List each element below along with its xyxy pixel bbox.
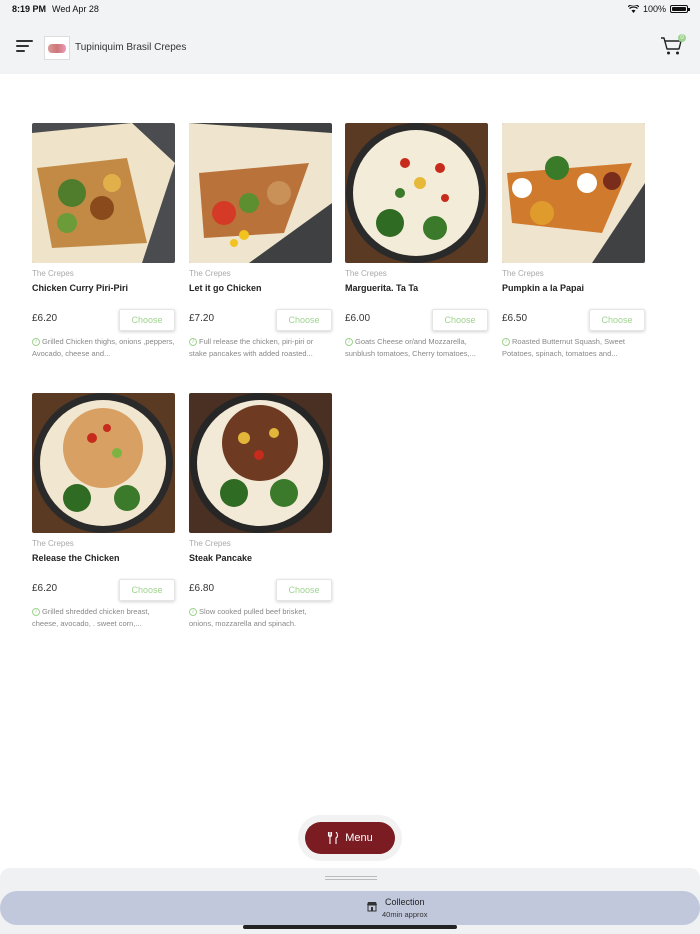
price-row: £6.20 Choose: [32, 579, 175, 601]
product-description: i Full release the chicken, piri-piri or …: [189, 336, 332, 360]
product-card[interactable]: The Crepes Let it go Chicken £7.20 Choos…: [189, 123, 332, 363]
product-card[interactable]: The Crepes Release the Chicken £6.20 Cho…: [32, 393, 175, 633]
info-icon[interactable]: i: [345, 338, 353, 347]
battery-fill: [672, 7, 686, 11]
status-date: Wed Apr 28: [52, 4, 99, 14]
status-time: 8:19 PM Wed Apr 28: [12, 4, 99, 14]
collection-subtitle: 40min approx: [382, 910, 428, 919]
shop-icon: [367, 902, 377, 912]
product-image: [189, 393, 332, 533]
product-card[interactable]: The Crepes Marguerita. Ta Ta £6.00 Choos…: [345, 123, 488, 363]
choose-button[interactable]: Choose: [589, 309, 645, 331]
product-name: Pumpkin a la Papai: [502, 283, 585, 293]
collection-title: Collection: [385, 897, 425, 907]
product-category: The Crepes: [189, 269, 231, 278]
product-description: i Grilled shredded chicken breast, cheese…: [32, 606, 175, 630]
product-category: The Crepes: [32, 539, 74, 548]
product-name: Steak Pancake: [189, 553, 253, 563]
app-header: Tupiniquim Brasil Crepes 0: [0, 20, 700, 74]
product-card[interactable]: The Crepes Steak Pancake £6.80 Choose iS…: [189, 393, 332, 633]
product-price: £6.00: [345, 313, 371, 324]
menu-button[interactable]: Menu: [305, 822, 395, 854]
product-name: Chicken Curry Piri-Piri: [32, 283, 129, 293]
price-row: £6.80 Choose: [189, 579, 332, 601]
price-row: £6.50 Choose: [502, 309, 645, 331]
product-description-text: Grilled Chicken thighs, onions ,peppers,…: [32, 337, 175, 358]
product-description-text: Goats Cheese or/and Mozzarella, sunblush…: [345, 337, 476, 358]
product-description: i Goats Cheese or/and Mozzarella, sunblus…: [345, 336, 488, 360]
brand-name: Tupiniquim Brasil Crepes: [75, 42, 187, 53]
battery-label: 100%: [642, 4, 666, 14]
product-image: [502, 123, 645, 263]
product-name: Marguerita. Ta Ta: [345, 283, 419, 293]
product-description: i Roasted Butternut Squash, Sweet Potatoe…: [502, 336, 645, 360]
product-category: The Crepes: [189, 539, 231, 548]
product-price: £7.20: [189, 313, 215, 324]
hamburger-menu-icon[interactable]: [16, 40, 33, 54]
choose-button[interactable]: Choose: [432, 309, 488, 331]
choose-button[interactable]: Choose: [276, 309, 332, 331]
product-card[interactable]: The Crepes Chicken Curry Piri-Piri £6.20…: [32, 123, 175, 363]
product-description: i Grilled Chicken thighs, onions ,peppers…: [32, 336, 175, 360]
brand-logo: [44, 36, 70, 60]
product-image: [32, 123, 175, 263]
shopping-cart-button[interactable]: 0: [660, 34, 686, 60]
fork-knife-icon: [328, 832, 339, 844]
info-icon[interactable]: i: [189, 338, 197, 347]
collection-bar[interactable]: Collection 40min approx: [0, 891, 700, 925]
product-price: £6.80: [189, 583, 215, 594]
price-row: £6.20 Choose: [32, 309, 175, 331]
product-description-text: Roasted Butternut Squash, Sweet Potatoes…: [502, 337, 625, 358]
choose-button[interactable]: Choose: [119, 579, 175, 601]
product-description-text: Grilled shredded chicken breast, cheese,…: [32, 607, 150, 628]
status-right: 100%: [627, 4, 690, 14]
product-image: [189, 123, 332, 263]
product-category: The Crepes: [32, 269, 74, 278]
product-description-text: Full release the chicken, piri-piri or s…: [189, 337, 314, 358]
product-name: Release the Chicken: [32, 553, 120, 563]
product-image: [345, 123, 488, 263]
status-bar: 8:19 PM Wed Apr 28 100%: [0, 0, 700, 20]
info-icon[interactable]: i: [32, 338, 40, 347]
price-row: £6.00 Choose: [345, 309, 488, 331]
product-description-text: Slow cooked pulled beef brisket, onions,…: [189, 607, 307, 628]
product-price: £6.50: [502, 313, 528, 324]
product-image: [32, 393, 175, 533]
menu-button-label: Menu: [345, 832, 373, 844]
choose-button[interactable]: Choose: [276, 579, 332, 601]
info-icon[interactable]: i: [189, 608, 197, 617]
wifi-icon: [627, 5, 639, 13]
product-name: Let it go Chicken: [189, 283, 262, 293]
product-card[interactable]: The Crepes Pumpkin a la Papai £6.50 Choo…: [502, 123, 645, 363]
drag-handle[interactable]: [325, 876, 377, 880]
menu-button-wrapper: Menu: [298, 815, 402, 861]
product-description: i Slow cooked pulled beef brisket, onions…: [189, 606, 332, 630]
product-price: £6.20: [32, 313, 58, 324]
info-icon[interactable]: i: [32, 608, 40, 617]
choose-button[interactable]: Choose: [119, 309, 175, 331]
product-price: £6.20: [32, 583, 58, 594]
product-category: The Crepes: [345, 269, 387, 278]
cart-badge: 0: [678, 34, 686, 42]
battery-icon: [670, 5, 690, 13]
home-indicator: [243, 925, 457, 929]
product-category: The Crepes: [502, 269, 544, 278]
price-row: £7.20 Choose: [189, 309, 332, 331]
info-icon[interactable]: i: [502, 338, 510, 347]
